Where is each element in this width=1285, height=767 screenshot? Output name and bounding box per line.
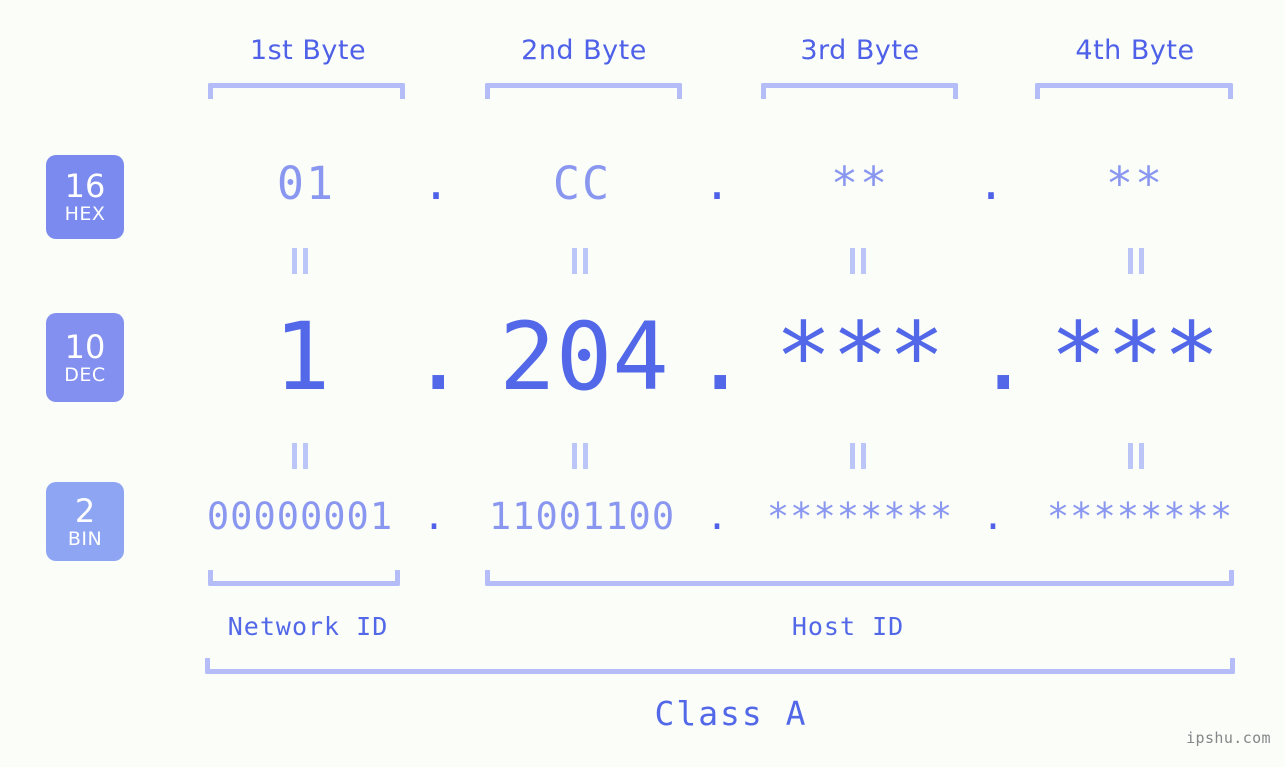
- hex-byte-1: 01: [276, 157, 336, 210]
- base-badge-dec-number: 10: [64, 327, 106, 366]
- base-badge-bin-name: BIN: [67, 527, 103, 550]
- base-badge-hex: 16 HEX: [46, 155, 124, 239]
- base-badge-hex-number: 16: [64, 167, 106, 205]
- equals-mark-dec-bin-1: [288, 443, 314, 469]
- dec-byte-1: 1: [273, 303, 331, 412]
- bin-byte-3: ********: [766, 495, 954, 538]
- dec-byte-3: ***: [775, 303, 945, 412]
- hex-separator-1: .: [422, 157, 450, 210]
- host-id-label: Host ID: [791, 612, 905, 641]
- base-badge-bin: 2 BIN: [46, 482, 124, 561]
- byte-bracket-3: [761, 83, 958, 99]
- base-badge-dec-name: DEC: [64, 363, 106, 386]
- dec-byte-4: ***: [1050, 303, 1220, 412]
- site-watermark: ipshu.com: [1186, 729, 1271, 747]
- byte-header-1: 1st Byte: [249, 35, 367, 66]
- equals-mark-hex-dec-1: [288, 248, 314, 274]
- base-badge-bin-number: 2: [74, 491, 96, 530]
- base-badge-hex-name: HEX: [64, 203, 106, 225]
- class-bracket: [205, 658, 1235, 674]
- bin-separator-1: .: [422, 495, 446, 538]
- byte-header-2: 2nd Byte: [521, 35, 647, 66]
- byte-bracket-2: [485, 83, 682, 99]
- equals-mark-hex-dec-4: [1124, 248, 1150, 274]
- byte-bracket-4: [1035, 83, 1233, 99]
- bin-byte-4: ********: [1046, 495, 1234, 538]
- bin-byte-1: 00000001: [206, 495, 394, 538]
- host-id-bracket: [485, 570, 1234, 586]
- byte-bracket-1: [208, 83, 405, 99]
- network-id-bracket: [208, 570, 400, 586]
- class-label: Class A: [654, 694, 808, 733]
- byte-header-4: 4th Byte: [1075, 35, 1195, 66]
- ip-breakdown-diagram: 1st Byte 2nd Byte 3rd Byte 4th Byte 16 H…: [0, 0, 1285, 767]
- network-id-label: Network ID: [227, 612, 389, 641]
- equals-mark-hex-dec-3: [846, 248, 872, 274]
- hex-byte-2: CC: [552, 157, 612, 210]
- byte-header-3: 3rd Byte: [800, 35, 920, 66]
- hex-byte-4: **: [1105, 157, 1165, 210]
- bin-byte-2: 11001100: [488, 495, 676, 538]
- equals-mark-dec-bin-2: [568, 443, 594, 469]
- base-badge-dec: 10 DEC: [46, 313, 124, 402]
- equals-mark-dec-bin-3: [846, 443, 872, 469]
- hex-byte-3: **: [830, 157, 890, 210]
- equals-mark-dec-bin-4: [1124, 443, 1150, 469]
- bin-separator-3: .: [981, 495, 1005, 538]
- equals-mark-hex-dec-2: [568, 248, 594, 274]
- dec-byte-2: 204: [499, 303, 669, 412]
